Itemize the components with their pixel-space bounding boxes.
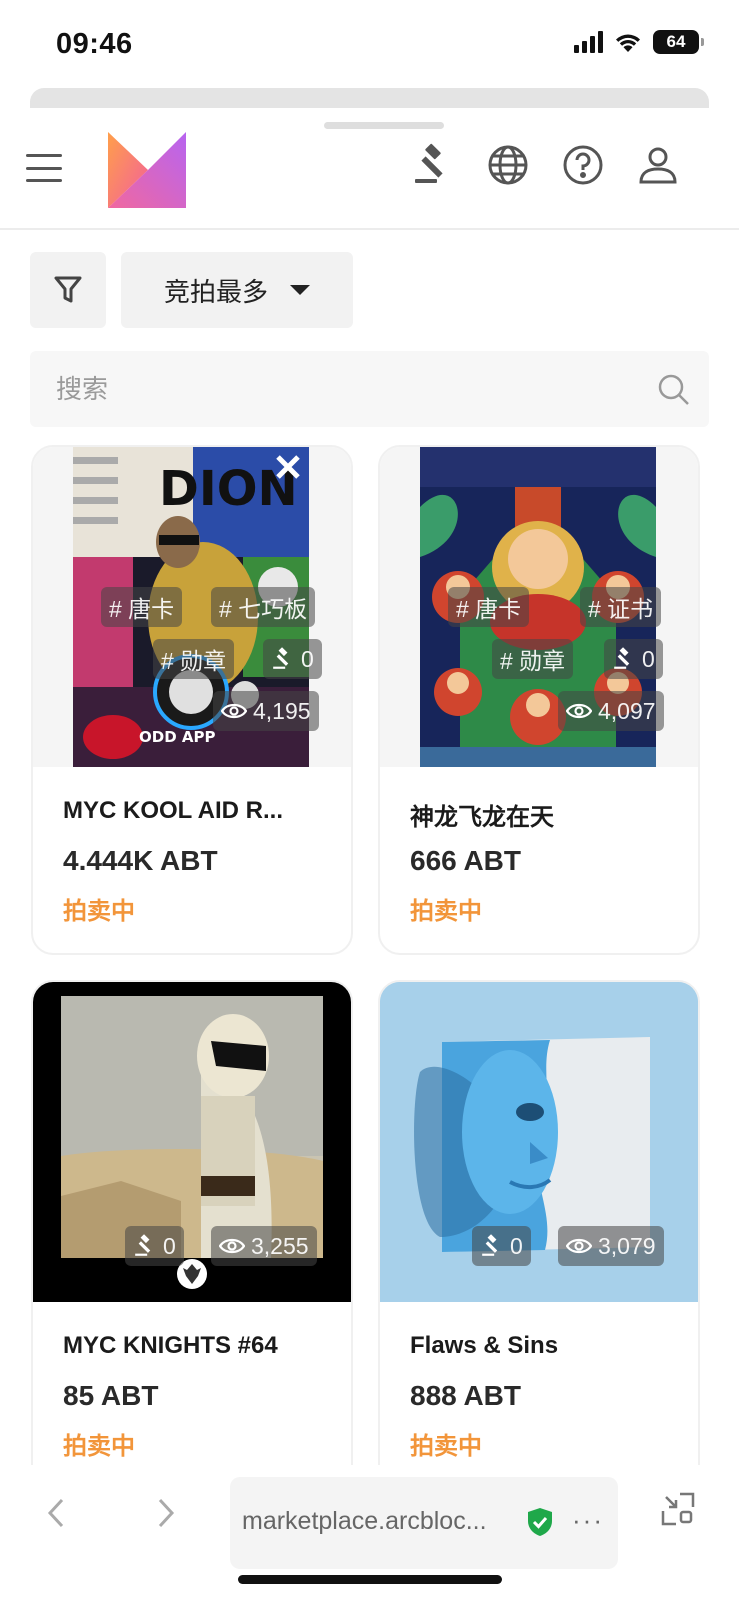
sheet-grabber[interactable] [324,122,444,129]
nft-card[interactable]: # 唐卡 # 证书 # 勋章 0 4,097 神龙飞龙在天 666 ABT 拍卖… [378,445,700,955]
view-count-badge: 3,079 [558,1226,664,1266]
filter-icon [54,276,82,303]
eye-icon [219,1238,245,1254]
bid-count-badge: 0 [472,1226,531,1266]
auction-gavel-icon [135,1234,151,1256]
caret-down-icon [290,285,310,295]
card-title: Flaws & Sins [410,1332,559,1359]
nft-card[interactable]: 0 3,079 Flaws & Sins 888 ABT 拍卖中 [378,980,700,1490]
secure-shield-icon [528,1508,552,1536]
eye-icon [566,703,592,719]
tag-label[interactable]: # 七巧板 [211,587,316,627]
svg-text:DION: DION [159,461,298,517]
auction-gavel-icon [273,647,289,669]
marketplace-logo[interactable] [104,128,190,210]
tag-label[interactable]: # 勋章 [492,639,574,679]
bid-count-badge: 0 [604,639,663,679]
card-price: 666 ABT [410,845,522,876]
view-count-badge: 4,097 [558,691,664,731]
auction-status: 拍卖中 [410,1433,482,1460]
card-price: 888 ABT [410,1380,522,1411]
svg-text:ODD APP: ODD APP [139,728,215,746]
more-options-button[interactable]: ··· [572,1505,604,1536]
sort-label: 竞拍最多 [163,276,268,307]
nft-card[interactable]: 0 3,255 MYC KNIGHTS #64 85 ABT 拍卖中 [31,980,353,1490]
auction-status: 拍卖中 [63,1433,135,1460]
tag-label[interactable]: # 唐卡 [448,587,530,627]
help-icon[interactable] [560,142,606,188]
nft-artwork [61,996,323,1258]
battery-indicator: 64 [653,30,704,54]
status-time: 09:46 [56,28,133,60]
view-count-badge: 3,255 [211,1226,317,1266]
card-price: 85 ABT [63,1380,159,1411]
view-count: 3,079 [598,1232,656,1259]
sheet-background [30,88,709,108]
auction-status: 拍卖中 [410,898,482,925]
back-button[interactable] [36,1493,76,1533]
url-text: marketplace.arcbloc... [242,1507,487,1535]
card-image: 0 3,079 [380,982,698,1302]
eye-icon [566,1238,592,1254]
chevron-right-icon [158,1498,175,1528]
view-count: 3,255 [251,1232,309,1259]
tag-label[interactable]: # 证书 [580,587,662,627]
bid-count: 0 [301,645,314,672]
auction-gavel-icon [482,1234,498,1256]
minimize-window-icon[interactable] [660,1491,696,1527]
card-image: DION ODD APP # 唐卡 # 七巧板 # 勋章 0 4,195 [33,447,351,767]
card-image: # 唐卡 # 证书 # 勋章 0 4,097 [380,447,698,767]
tag-label[interactable]: # 唐卡 [101,587,183,627]
forward-button[interactable] [146,1493,186,1533]
view-count-badge: 4,195 [213,691,319,731]
search-input[interactable] [56,351,616,427]
auction-gavel-icon[interactable] [410,142,456,188]
bid-count: 0 [642,645,655,672]
user-icon[interactable] [635,142,681,188]
view-count: 4,097 [598,697,656,724]
address-bar[interactable]: marketplace.arcbloc... ··· [230,1477,618,1569]
status-bar: 09:46 64 [0,0,739,90]
filter-button[interactable] [30,252,106,328]
card-title: MYC KOOL AID R... [63,797,284,824]
search-icon[interactable] [657,373,691,407]
menu-button[interactable] [26,154,62,182]
nft-card[interactable]: DION ODD APP # 唐卡 # 七巧板 # 勋章 0 4,195 MYC… [31,445,353,955]
card-image: 0 3,255 [33,982,351,1302]
card-price: 4.444K ABT [63,845,218,876]
bid-count: 0 [163,1232,176,1259]
auction-status: 拍卖中 [63,898,135,925]
app-header [0,108,739,230]
card-title: 神龙飞龙在天 [410,804,554,831]
eye-icon [221,703,247,719]
search-box [30,351,709,427]
bid-count: 0 [510,1232,523,1259]
bid-count-badge: 0 [125,1226,184,1266]
view-count: 4,195 [253,697,311,724]
cellular-signal-icon [574,31,603,53]
bid-count-badge: 0 [263,639,322,679]
home-indicator [238,1575,502,1584]
sort-dropdown[interactable]: 竞拍最多 [121,252,353,328]
globe-icon[interactable] [485,142,531,188]
status-icons: 64 [574,30,704,54]
card-title: MYC KNIGHTS #64 [63,1332,278,1359]
tag-label[interactable]: # 勋章 [153,639,235,679]
chevron-left-icon [47,1498,64,1528]
wifi-icon [616,34,640,52]
auction-gavel-icon [614,647,630,669]
